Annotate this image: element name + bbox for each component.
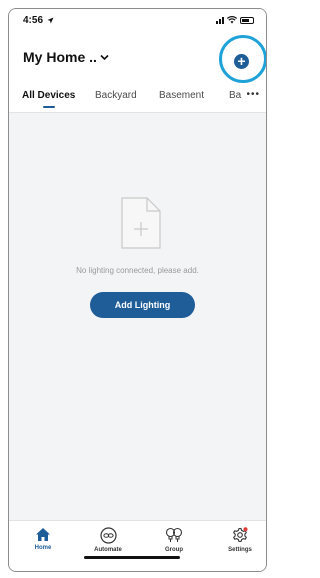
add-lighting-button[interactable]: Add Lighting <box>90 292 195 318</box>
home-icon <box>36 528 50 541</box>
tab-basement[interactable]: Basement <box>159 90 204 101</box>
plus-icon: + <box>237 53 246 69</box>
home-name: My Home .. <box>23 49 97 65</box>
tab-ba[interactable]: Ba <box>229 90 241 101</box>
bottom-navigation: Home Automate Group Settings <box>9 520 266 571</box>
active-tab-indicator <box>43 106 55 108</box>
notification-dot <box>243 527 248 532</box>
battery-icon <box>240 16 254 24</box>
empty-document-icon <box>121 197 161 249</box>
tab-all-devices[interactable]: All Devices <box>22 90 75 101</box>
signal-icon <box>216 16 224 24</box>
nav-settings[interactable]: Settings <box>215 527 265 553</box>
status-bar: 4:56 <box>9 9 266 31</box>
tab-backyard[interactable]: Backyard <box>95 90 137 101</box>
location-arrow-icon <box>47 17 54 24</box>
more-tabs-icon[interactable]: ••• <box>242 89 260 100</box>
home-indicator[interactable] <box>84 556 180 559</box>
group-bulbs-icon <box>165 527 183 542</box>
phone-screen: 4:56 My Home .. + All Devices Backyard B… <box>8 8 267 572</box>
nav-settings-label: Settings <box>228 547 252 553</box>
nav-home-label: Home <box>34 545 52 551</box>
empty-state-message: No lighting connected, please add. <box>76 266 199 275</box>
header-divider <box>9 112 266 113</box>
chevron-down-icon <box>100 54 109 60</box>
settings-gear-icon <box>233 527 248 543</box>
nav-home[interactable]: Home <box>18 527 68 551</box>
add-device-button[interactable]: + <box>234 54 249 69</box>
status-icons <box>216 16 254 24</box>
nav-automate-label: Automate <box>94 547 122 553</box>
status-time: 4:56 <box>23 15 44 26</box>
wifi-icon <box>227 16 237 24</box>
automate-icon <box>99 527 117 544</box>
home-selector[interactable]: My Home .. <box>23 49 109 65</box>
nav-automate[interactable]: Automate <box>83 527 133 553</box>
nav-group[interactable]: Group <box>149 527 199 553</box>
nav-group-label: Group <box>165 547 183 553</box>
